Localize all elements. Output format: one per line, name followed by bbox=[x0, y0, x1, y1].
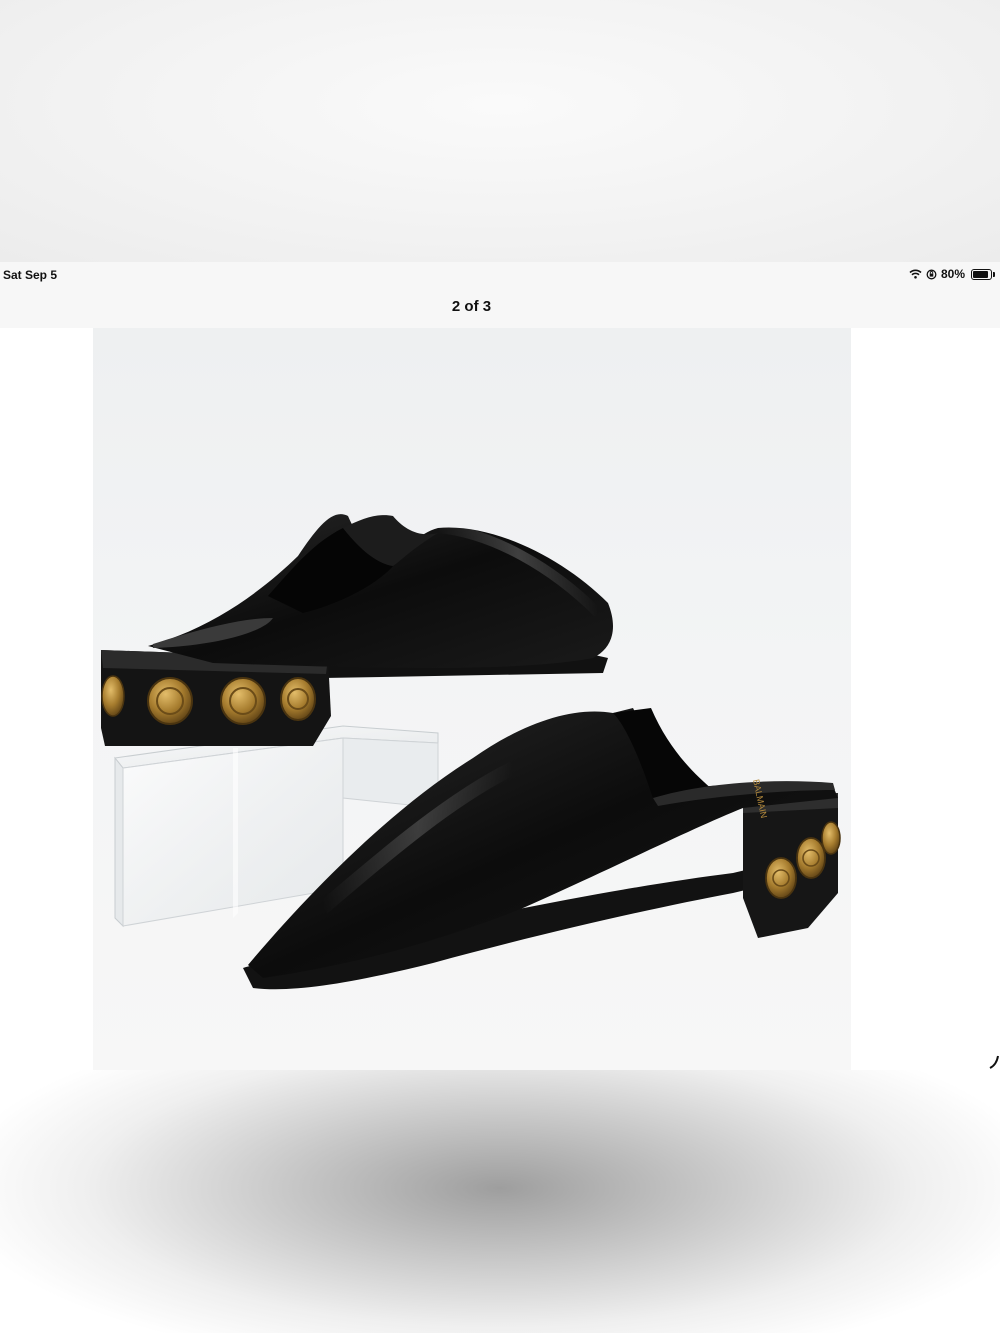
status-date: Sat Sep 5 bbox=[3, 268, 58, 282]
status-indicators: 80% bbox=[909, 267, 995, 281]
wifi-icon bbox=[909, 269, 922, 279]
shoes-illustration: BALMAIN bbox=[101, 514, 841, 990]
viewer-nav-bar: 2 of 3 bbox=[0, 288, 1000, 328]
status-bar: Sat Sep 5 80% bbox=[0, 262, 1000, 288]
product-photo[interactable]: BALMAIN bbox=[93, 328, 851, 1070]
orientation-lock-icon bbox=[926, 269, 937, 279]
back-shoe bbox=[101, 514, 613, 746]
battery-icon bbox=[971, 268, 995, 280]
edge-swipe-mark bbox=[989, 1055, 999, 1069]
battery-level-fill bbox=[973, 270, 989, 278]
blurred-background-bottom bbox=[0, 1070, 1000, 1333]
page-indicator: 2 of 3 bbox=[451, 298, 492, 315]
battery-percent: 80% bbox=[940, 267, 965, 281]
blurred-background-top bbox=[0, 0, 1000, 262]
